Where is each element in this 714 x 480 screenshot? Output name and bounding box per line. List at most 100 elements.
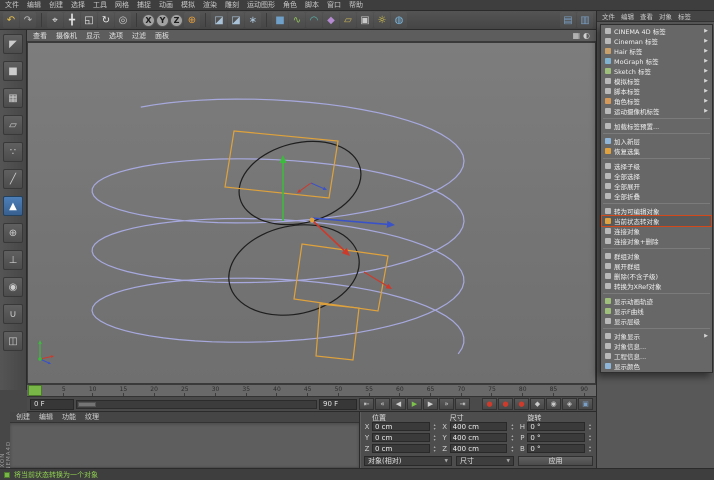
add-sky-button[interactable]: ◍ bbox=[391, 12, 407, 28]
context-menu-item[interactable]: 当前状态转对象 bbox=[601, 215, 712, 227]
context-menu-item[interactable]: 显示动画轨迹 bbox=[602, 296, 711, 306]
make-editable-icon[interactable]: ◤ bbox=[3, 34, 23, 54]
coordinate-system-icon[interactable]: ⊕ bbox=[184, 12, 200, 28]
points-mode-icon[interactable]: ∵ bbox=[3, 142, 23, 162]
record-parameter-button[interactable]: ◈ bbox=[562, 398, 577, 410]
add-generator-button[interactable]: ◠ bbox=[306, 12, 322, 28]
model-mode-icon[interactable]: ■ bbox=[3, 61, 23, 81]
context-menu-item[interactable]: 加载标签预置... bbox=[602, 121, 711, 131]
coord-field-input[interactable]: 0 ° bbox=[527, 444, 586, 453]
gizmo-z-axis-head[interactable] bbox=[386, 220, 395, 228]
materials-tab[interactable]: 创建 bbox=[16, 412, 30, 422]
viewport-menu-item[interactable]: 面板 bbox=[155, 31, 169, 41]
viewport-menu-item[interactable]: 选项 bbox=[109, 31, 123, 41]
context-menu-item[interactable]: 对象显示 ▶ bbox=[602, 331, 711, 341]
gizmo-x-axis-2-head[interactable] bbox=[385, 283, 392, 289]
gizmo-handle-dot[interactable] bbox=[309, 217, 315, 223]
context-menu-item[interactable]: 脚本标签 ▶ bbox=[602, 86, 711, 96]
rectangle-spline[interactable] bbox=[315, 303, 360, 361]
object-manager-menu-item[interactable]: 对象 bbox=[659, 11, 672, 21]
gizmo-handle-dot[interactable] bbox=[38, 357, 42, 361]
context-menu-item[interactable]: 运动摄像机标签 ▶ bbox=[602, 106, 711, 116]
layout-interface-icon[interactable]: ▤ bbox=[560, 12, 576, 28]
context-menu-item[interactable]: 显示层级 bbox=[602, 316, 711, 326]
context-menu-item[interactable]: 角色标签 ▶ bbox=[602, 96, 711, 106]
y-axis-lock-button[interactable]: Y bbox=[156, 13, 169, 27]
menubar-item[interactable]: 工具 bbox=[93, 0, 107, 10]
render-picture-viewer-button[interactable]: ◪ bbox=[228, 12, 244, 28]
render-settings-button[interactable]: ∗ bbox=[245, 12, 261, 28]
context-menu-item[interactable]: 转换为XRef对象 bbox=[602, 281, 711, 291]
rectangle-spline[interactable] bbox=[224, 130, 339, 199]
redo-icon[interactable]: ↷ bbox=[20, 12, 36, 28]
workplane-mode-icon[interactable]: ▱ bbox=[3, 115, 23, 135]
viewport-menu-item[interactable]: 查看 bbox=[33, 31, 47, 41]
goto-start-button[interactable]: ⇤ bbox=[359, 398, 374, 410]
context-menu-item[interactable]: 工程信息... bbox=[602, 351, 711, 361]
context-menu-item[interactable]: 选择子级 bbox=[602, 161, 711, 171]
viewport-canvas[interactable] bbox=[27, 42, 596, 384]
spinner-arrows[interactable]: ▴ ▾ bbox=[509, 434, 515, 442]
x-axis-lock-button[interactable]: X bbox=[142, 13, 155, 27]
context-menu-item[interactable]: Sketch 标签 ▶ bbox=[602, 66, 711, 76]
record-keyframe-button[interactable]: ● bbox=[482, 398, 497, 410]
context-menu-item[interactable]: 显示颜色 bbox=[602, 361, 711, 371]
record-pla-button[interactable]: ▣ bbox=[578, 398, 593, 410]
materials-tab[interactable]: 编辑 bbox=[39, 412, 53, 422]
context-menu-item[interactable]: MoGraph 标签 ▶ bbox=[602, 56, 711, 66]
coord-field-input[interactable]: 400 cm bbox=[449, 444, 508, 453]
context-menu-item[interactable]: 转为可编辑对象 bbox=[602, 206, 711, 216]
coords-size-dropdown[interactable]: 尺寸 bbox=[456, 456, 514, 466]
timeline-ruler[interactable]: 051015202530354045505560657075808590 bbox=[27, 384, 596, 397]
menubar-item[interactable]: 创建 bbox=[49, 0, 63, 10]
spinner-arrows[interactable]: ▴ ▾ bbox=[432, 434, 438, 442]
viewport-solo-icon[interactable]: ◉ bbox=[3, 277, 23, 297]
context-menu-item[interactable]: 群组对象 bbox=[602, 251, 711, 261]
render-view-button[interactable]: ◪ bbox=[211, 12, 227, 28]
context-menu-item[interactable]: Hair 标签 ▶ bbox=[602, 46, 711, 56]
record-rotation-button[interactable]: ◉ bbox=[546, 398, 561, 410]
context-menu-item[interactable]: 删除(不含子级) bbox=[602, 271, 711, 281]
spinner-arrows[interactable]: ▴ ▾ bbox=[587, 445, 593, 453]
context-menu-item[interactable]: 加入新层 bbox=[602, 136, 711, 146]
layout-lock-icon[interactable]: ▥ bbox=[577, 12, 593, 28]
object-manager-menu-item[interactable]: 编辑 bbox=[621, 11, 634, 21]
add-floor-button[interactable]: ▱ bbox=[340, 12, 356, 28]
materials-tab[interactable]: 功能 bbox=[62, 412, 76, 422]
apply-button[interactable]: 应用 bbox=[518, 456, 593, 466]
context-menu-item[interactable]: Cineman 标签 ▶ bbox=[602, 36, 711, 46]
menubar-item[interactable]: 雕刻 bbox=[225, 0, 239, 10]
grid-toggle-icon[interactable]: ▦ bbox=[572, 31, 580, 40]
next-key-button[interactable]: » bbox=[439, 398, 454, 410]
context-menu-item[interactable]: 恢复选集 bbox=[602, 146, 711, 156]
add-light-button[interactable]: ☼ bbox=[374, 12, 390, 28]
spinner-arrows[interactable]: ▴ ▾ bbox=[432, 423, 438, 431]
object-manager-menu-item[interactable]: 标签 bbox=[678, 11, 691, 21]
coord-field-input[interactable]: 400 cm bbox=[449, 422, 508, 431]
menubar-item[interactable]: 脚本 bbox=[305, 0, 319, 10]
menubar-item[interactable]: 角色 bbox=[283, 0, 297, 10]
edges-mode-icon[interactable]: ╱ bbox=[3, 169, 23, 189]
menubar-item[interactable]: 文件 bbox=[5, 0, 19, 10]
world-axis-y-head[interactable] bbox=[38, 340, 42, 344]
coord-field-input[interactable]: 400 cm bbox=[449, 433, 508, 442]
context-menu-item[interactable]: 展开群组 bbox=[602, 261, 711, 271]
frame-start-field[interactable]: 0 F bbox=[30, 398, 74, 410]
spinner-arrows[interactable]: ▴ ▾ bbox=[587, 423, 593, 431]
spinner-arrows[interactable]: ▴ ▾ bbox=[432, 445, 438, 453]
spinner-arrows[interactable]: ▴ ▾ bbox=[509, 445, 515, 453]
context-menu-item[interactable]: 连接对象+删除 bbox=[602, 236, 711, 246]
snap-magnet-icon[interactable]: ∪ bbox=[3, 304, 23, 324]
gizmo-y-axis-head[interactable] bbox=[279, 155, 287, 163]
enable-axis-icon[interactable]: ⊕ bbox=[3, 223, 23, 243]
menubar-item[interactable]: 运动图形 bbox=[247, 0, 275, 10]
prev-key-button[interactable]: « bbox=[375, 398, 390, 410]
add-modifier-button[interactable]: ◆ bbox=[323, 12, 339, 28]
context-menu-item[interactable]: 模拟标签 ▶ bbox=[602, 76, 711, 86]
live-selection-icon[interactable]: ⌖ bbox=[47, 12, 63, 28]
menubar-item[interactable]: 网格 bbox=[115, 0, 129, 10]
materials-tab[interactable]: 纹理 bbox=[85, 412, 99, 422]
menubar-item[interactable]: 捕捉 bbox=[137, 0, 151, 10]
context-menu-item[interactable]: 对象信息... bbox=[602, 341, 711, 351]
coord-field-input[interactable]: 0 ° bbox=[527, 422, 586, 431]
